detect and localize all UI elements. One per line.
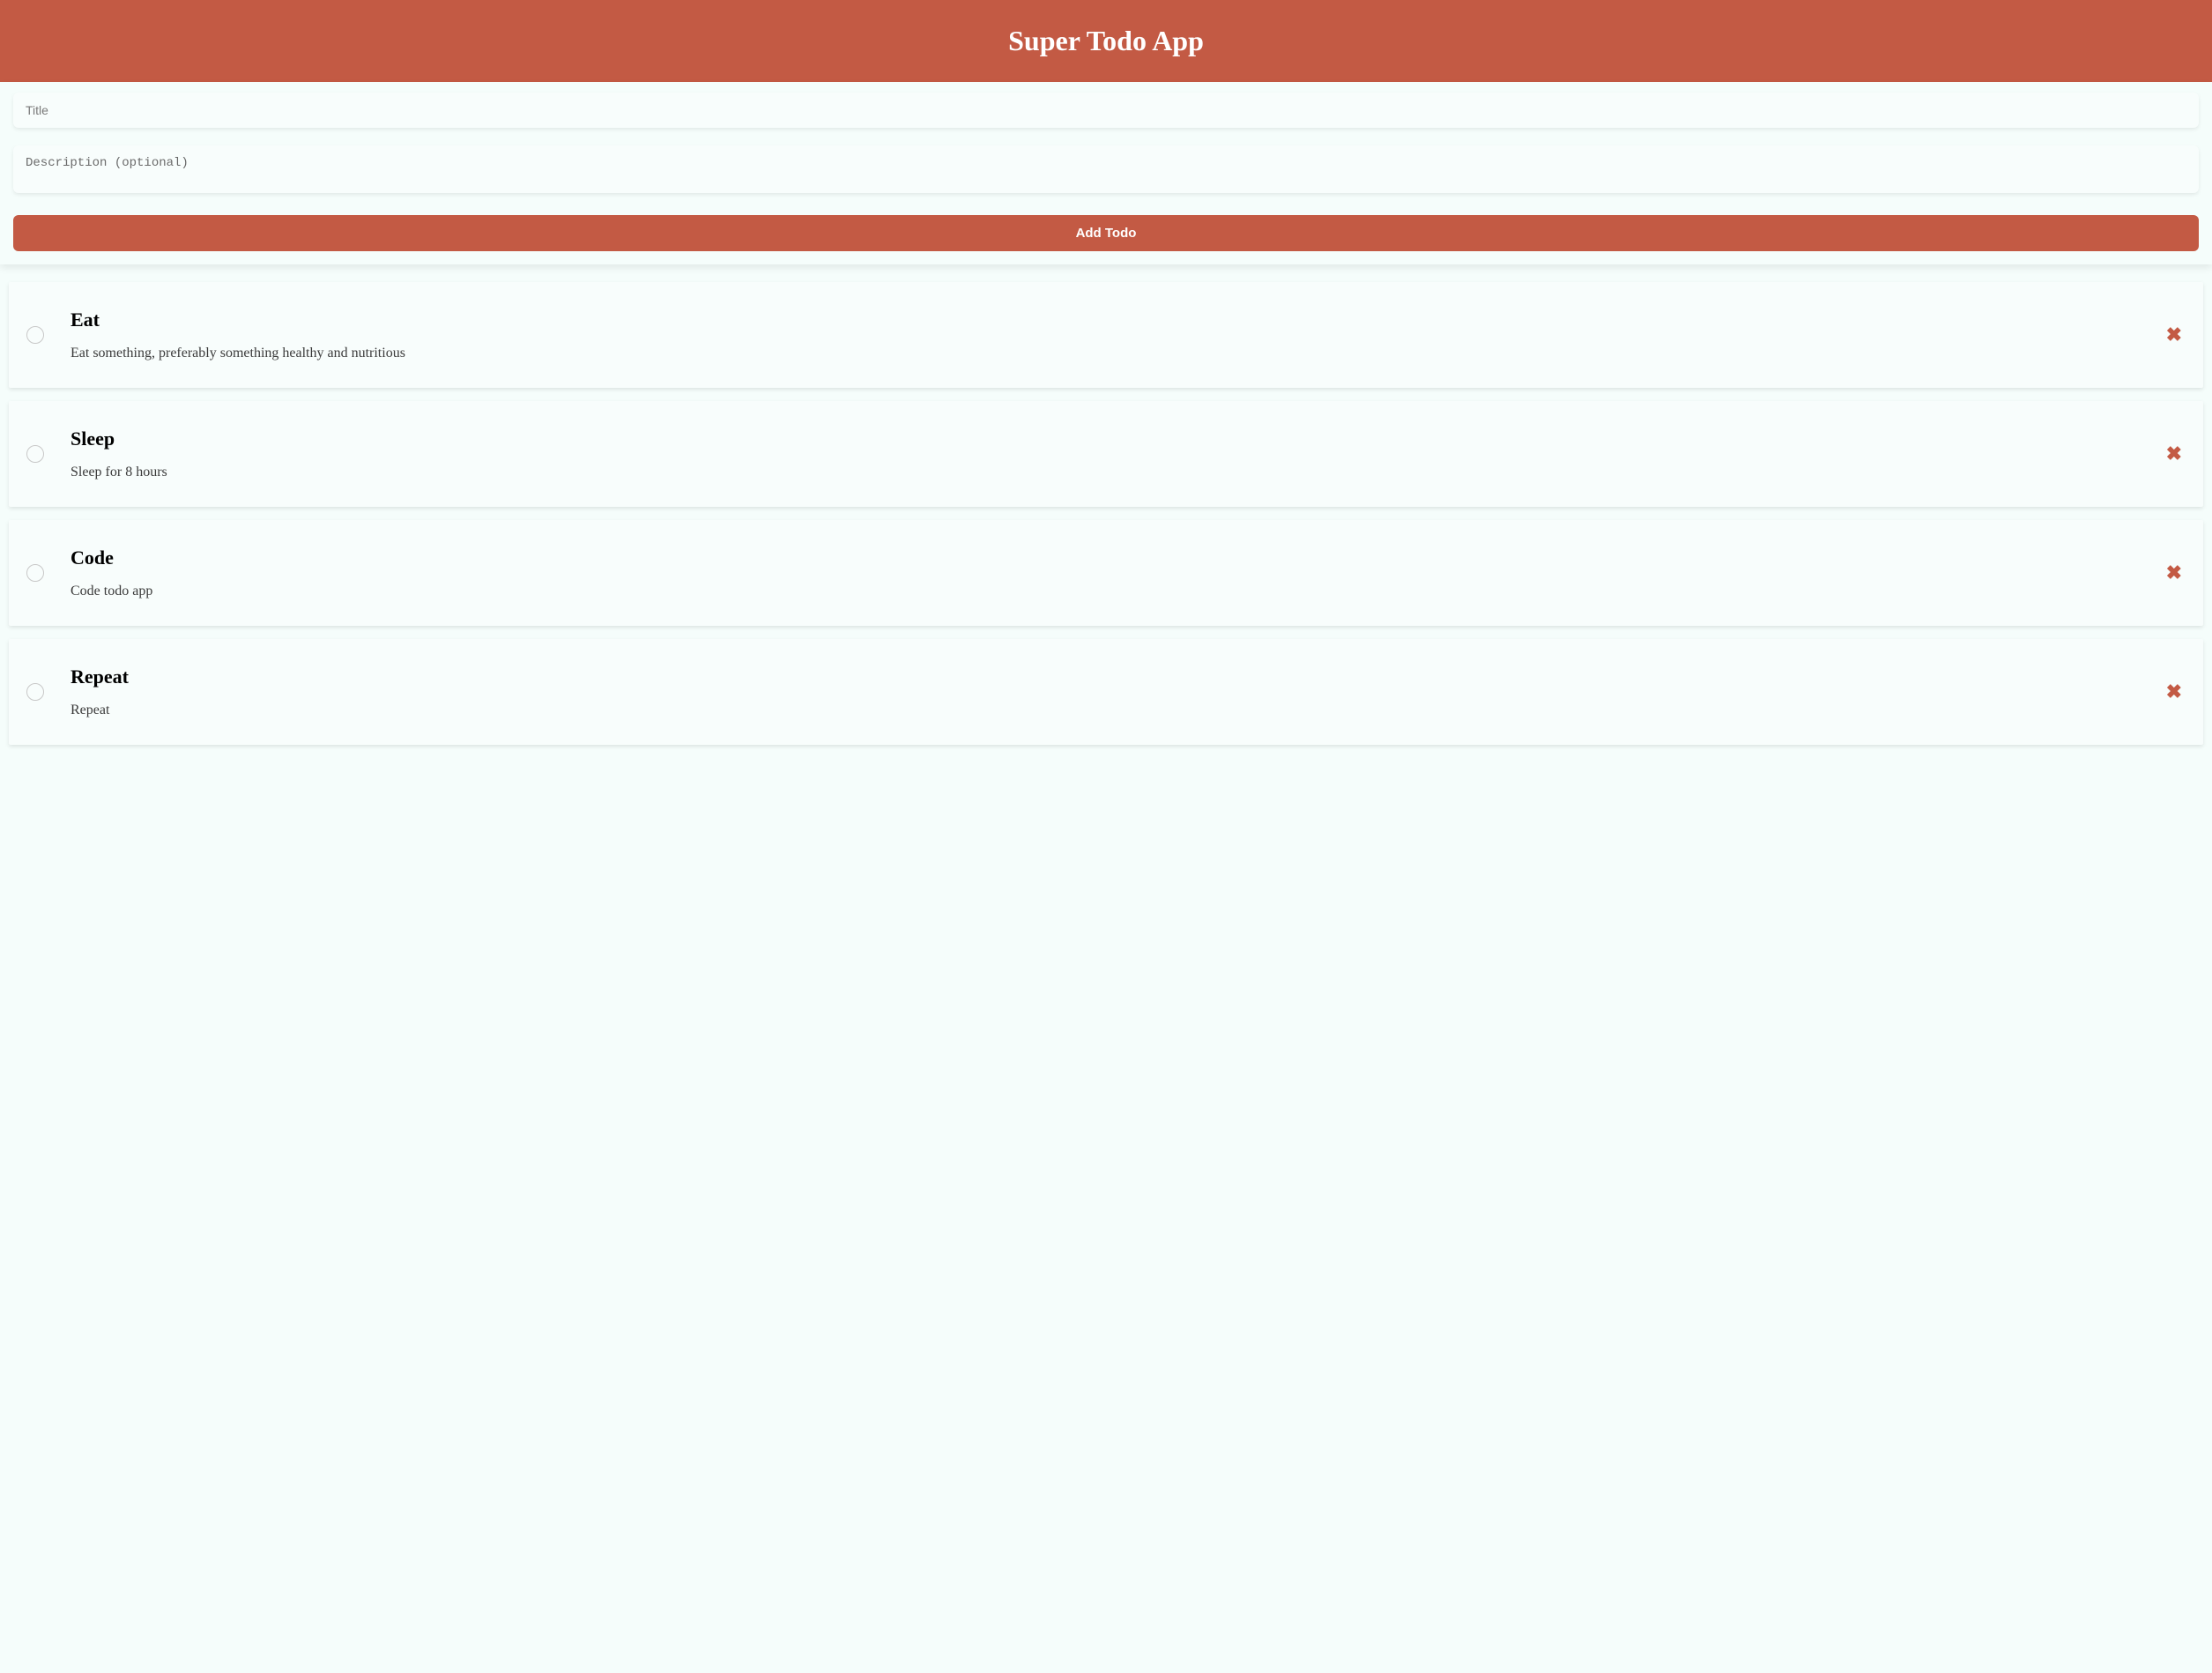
todo-title: Sleep — [71, 428, 2136, 450]
delete-todo-button[interactable]: ✖ — [2163, 323, 2186, 346]
todo-title: Eat — [71, 309, 2136, 331]
delete-icon: ✖ — [2166, 325, 2182, 345]
title-input-wrap — [13, 93, 2199, 128]
todo-title: Code — [71, 547, 2136, 569]
todo-content: Repeat Repeat — [71, 665, 2136, 718]
delete-icon: ✖ — [2166, 444, 2182, 464]
todo-checkbox[interactable] — [26, 683, 44, 701]
todo-title: Repeat — [71, 665, 2136, 688]
app-title: Super Todo App — [0, 25, 2212, 57]
todo-item: Eat Eat something, preferably something … — [9, 282, 2203, 388]
todo-item: Sleep Sleep for 8 hours ✖ — [9, 401, 2203, 507]
new-todo-form: Add Todo — [0, 82, 2212, 264]
delete-todo-button[interactable]: ✖ — [2163, 680, 2186, 703]
todo-description: Sleep for 8 hours — [71, 465, 2136, 480]
title-input[interactable] — [13, 93, 2199, 128]
delete-todo-button[interactable]: ✖ — [2163, 561, 2186, 584]
description-input-wrap — [13, 145, 2199, 197]
delete-icon: ✖ — [2166, 563, 2182, 583]
todo-checkbox[interactable] — [26, 564, 44, 582]
todo-content: Code Code todo app — [71, 547, 2136, 599]
todo-checkbox[interactable] — [26, 445, 44, 463]
description-input[interactable] — [13, 145, 2199, 193]
todo-content: Sleep Sleep for 8 hours — [71, 428, 2136, 480]
delete-todo-button[interactable]: ✖ — [2163, 442, 2186, 465]
todo-description: Eat something, preferably something heal… — [71, 346, 2136, 361]
todo-content: Eat Eat something, preferably something … — [71, 309, 2136, 361]
app-header: Super Todo App — [0, 0, 2212, 82]
todo-item: Code Code todo app ✖ — [9, 520, 2203, 626]
todo-item: Repeat Repeat ✖ — [9, 639, 2203, 745]
todo-list: Eat Eat something, preferably something … — [0, 282, 2212, 745]
todo-checkbox[interactable] — [26, 326, 44, 344]
main-container: Add Todo Eat Eat something, preferably s… — [0, 82, 2212, 745]
todo-description: Code todo app — [71, 584, 2136, 599]
todo-description: Repeat — [71, 703, 2136, 718]
delete-icon: ✖ — [2166, 682, 2182, 702]
add-todo-button[interactable]: Add Todo — [13, 215, 2199, 251]
